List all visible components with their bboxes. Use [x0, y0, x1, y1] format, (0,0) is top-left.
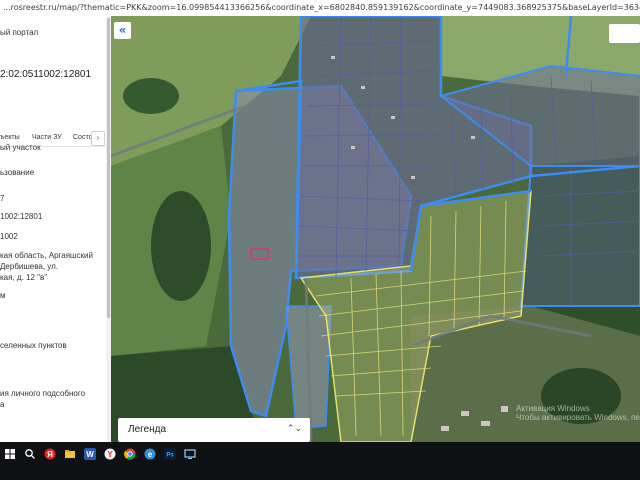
- svg-text:Ps: Ps: [166, 453, 174, 459]
- svg-text:W: W: [86, 450, 94, 459]
- tab-objects[interactable]: ъекты: [0, 134, 20, 141]
- info-line-quarter: 1002: [0, 232, 18, 241]
- satellite-map[interactable]: [111, 16, 640, 442]
- tab-parts[interactable]: Части ЗУ: [32, 134, 62, 141]
- cadastral-number-title: 2:02:0511002:12801: [0, 69, 92, 80]
- browser-address-bar[interactable]: ...rosreestr.ru/map/?thematic=PKK&zoom=1…: [0, 0, 640, 17]
- watermark-line-2: Чтобы активировать Windows, перейдите в …: [516, 413, 640, 422]
- photoshop-icon[interactable]: Ps: [164, 448, 176, 460]
- word-icon[interactable]: W: [84, 448, 96, 460]
- edge-icon[interactable]: e: [144, 448, 156, 460]
- dropdown-chevron-icon: ⌃⌄: [286, 423, 302, 433]
- portal-title: ый портал: [0, 28, 39, 37]
- yandex-browser-icon[interactable]: Y: [104, 448, 116, 460]
- legend-label: Легенда: [128, 424, 167, 435]
- address-line-2: Дербишева, ул.: [0, 262, 59, 271]
- info-line-permitted-use-cont: а: [0, 400, 5, 409]
- info-line-unit: м: [0, 291, 6, 300]
- address-line-1: кая область, Аргаяшский: [0, 251, 93, 260]
- map-view[interactable]: « Легенда ⌃⌄ Активация Windows Чтобы акт…: [111, 16, 640, 442]
- windows-icon[interactable]: [4, 448, 16, 460]
- watermark-line-1: Активация Windows: [516, 404, 590, 413]
- explorer-icon[interactable]: [64, 448, 76, 460]
- info-line-usage: ьзование: [0, 168, 35, 177]
- url-text: ...rosreestr.ru/map/?thematic=PKK&zoom=1…: [3, 3, 640, 12]
- info-line-category: селенных пунктов: [0, 341, 67, 350]
- svg-text:Y: Y: [107, 450, 113, 459]
- tabs-scroll-right-button[interactable]: ›: [91, 131, 105, 146]
- svg-text:Я: Я: [47, 450, 53, 459]
- chrome-icon[interactable]: [124, 448, 136, 460]
- map-control-box[interactable]: [609, 24, 640, 43]
- info-line-type: ый участок: [0, 143, 41, 152]
- collapse-panel-button[interactable]: «: [114, 22, 131, 39]
- svg-text:e: e: [148, 450, 153, 459]
- legend-dropdown[interactable]: Легенда ⌃⌄: [118, 418, 310, 442]
- scrollbar-thumb[interactable]: [107, 18, 110, 318]
- info-line-cadastral: 1002:12801: [0, 212, 43, 221]
- search-icon[interactable]: [24, 448, 36, 460]
- yandex-icon[interactable]: Я: [44, 448, 56, 460]
- object-info-panel: ый портал 2:02:0511002:12801 ъекты Части…: [0, 16, 111, 442]
- address-line-3: кая, д. 12 "в": [0, 273, 48, 282]
- windows-taskbar: Я W Y e Ps: [0, 442, 640, 480]
- info-line-number: 7: [0, 194, 5, 203]
- windows-activation-watermark: Активация Windows Чтобы активировать Win…: [516, 404, 640, 422]
- screen-icon[interactable]: [184, 448, 196, 460]
- tab-status[interactable]: Состо: [73, 134, 92, 141]
- info-line-permitted-use: ия личного подсобного: [0, 389, 86, 398]
